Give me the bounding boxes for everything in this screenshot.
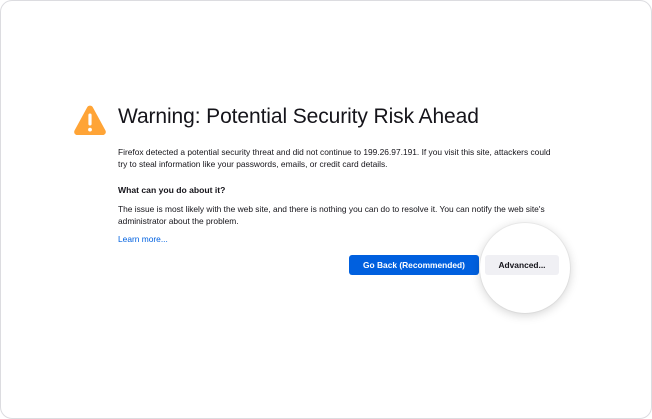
advanced-button[interactable]: Advanced... xyxy=(485,255,559,275)
what-can-you-do-heading: What can you do about it? xyxy=(118,185,226,195)
error-page: Warning: Potential Security Risk Ahead F… xyxy=(0,0,652,419)
warning-icon xyxy=(74,105,106,135)
error-description: Firefox detected a potential security th… xyxy=(118,147,551,169)
page-title: Warning: Potential Security Risk Ahead xyxy=(118,105,479,128)
error-explanation: The issue is most likely with the web si… xyxy=(118,204,545,226)
learn-more-link[interactable]: Learn more... xyxy=(118,234,168,244)
go-back-button[interactable]: Go Back (Recommended) xyxy=(349,255,479,275)
